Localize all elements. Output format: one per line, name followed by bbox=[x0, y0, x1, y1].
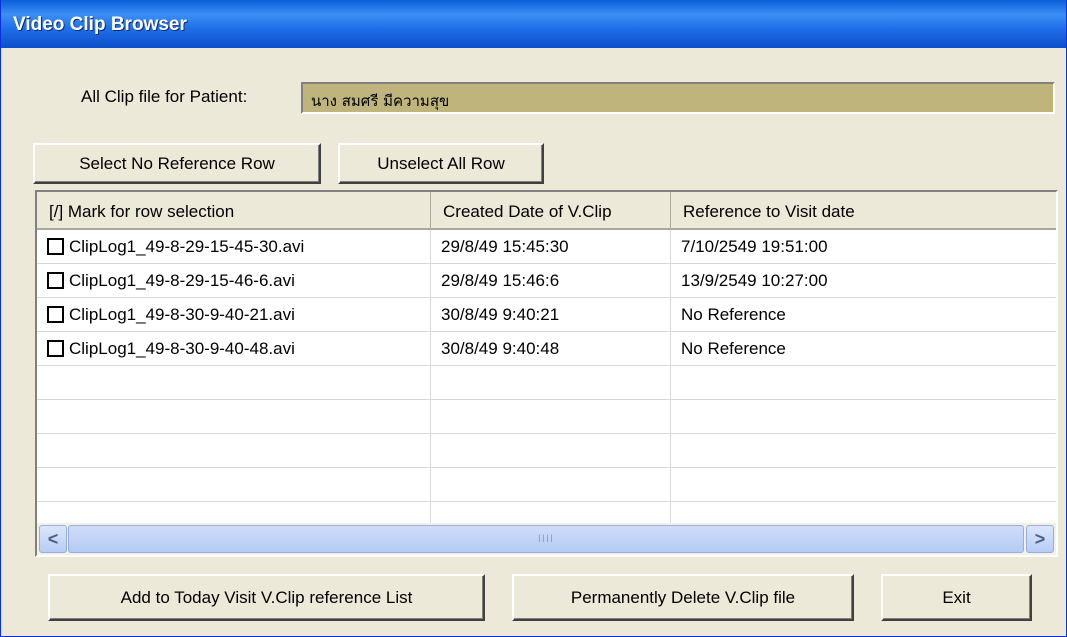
row-checkbox[interactable] bbox=[47, 306, 64, 323]
empty-cell[interactable] bbox=[37, 468, 431, 502]
empty-cell[interactable] bbox=[37, 366, 431, 400]
select-no-reference-row-button[interactable]: Select No Reference Row bbox=[33, 143, 321, 184]
unselect-all-row-button[interactable]: Unselect All Row bbox=[338, 143, 544, 184]
exit-button[interactable]: Exit bbox=[881, 574, 1032, 621]
table-cell[interactable]: ClipLog1_49-8-30-9-40-21.avi bbox=[37, 298, 431, 332]
column-header-0[interactable]: [/] Mark for row selection bbox=[37, 192, 431, 230]
empty-cell[interactable] bbox=[431, 400, 671, 434]
scroll-left-icon[interactable]: < bbox=[39, 525, 67, 553]
clip-filename: ClipLog1_49-8-29-15-46-6.avi bbox=[69, 271, 295, 290]
table-cell[interactable]: No Reference bbox=[671, 332, 1056, 366]
empty-cell[interactable] bbox=[431, 366, 671, 400]
add-to-today-visit-button[interactable]: Add to Today Visit V.Clip reference List bbox=[48, 574, 485, 621]
title-bar[interactable]: Video Clip Browser bbox=[1, 0, 1066, 48]
scrollbar-thumb[interactable]: IIII bbox=[68, 525, 1024, 553]
clip-filename: ClipLog1_49-8-30-9-40-21.avi bbox=[69, 305, 295, 324]
empty-cell[interactable] bbox=[431, 468, 671, 502]
scroll-right-icon[interactable]: > bbox=[1026, 525, 1054, 553]
empty-cell[interactable] bbox=[671, 434, 1056, 468]
empty-cell[interactable] bbox=[671, 366, 1056, 400]
table-cell[interactable]: 13/9/2549 10:27:00 bbox=[671, 264, 1056, 298]
empty-cell[interactable] bbox=[37, 434, 431, 468]
table-cell[interactable]: ClipLog1_49-8-29-15-45-30.avi bbox=[37, 230, 431, 264]
video-clip-browser-window: Video Clip Browser All Clip file for Pat… bbox=[0, 0, 1067, 637]
column-header-2[interactable]: Reference to Visit date bbox=[671, 192, 1056, 230]
table-cell[interactable]: 29/8/49 15:45:30 bbox=[431, 230, 671, 264]
row-checkbox[interactable] bbox=[47, 340, 64, 357]
clip-table[interactable]: [/] Mark for row selection Created Date o… bbox=[35, 190, 1058, 557]
patient-label: All Clip file for Patient: bbox=[81, 87, 248, 106]
table-cell[interactable]: 7/10/2549 19:51:00 bbox=[671, 230, 1056, 264]
clip-filename: ClipLog1_49-8-29-15-45-30.avi bbox=[69, 237, 305, 256]
table-cell[interactable]: 30/8/49 9:40:21 bbox=[431, 298, 671, 332]
empty-cell[interactable] bbox=[671, 468, 1056, 502]
empty-cell[interactable] bbox=[37, 400, 431, 434]
permanently-delete-button[interactable]: Permanently Delete V.Clip file bbox=[512, 574, 854, 621]
clip-filename: ClipLog1_49-8-30-9-40-48.avi bbox=[69, 339, 295, 358]
table-cell[interactable]: 30/8/49 9:40:48 bbox=[431, 332, 671, 366]
table-cell[interactable]: No Reference bbox=[671, 298, 1056, 332]
column-header-1[interactable]: Created Date of V.Clip bbox=[431, 192, 671, 230]
row-checkbox[interactable] bbox=[47, 272, 64, 289]
empty-cell[interactable] bbox=[431, 434, 671, 468]
empty-cell[interactable] bbox=[671, 400, 1056, 434]
table-cell[interactable]: ClipLog1_49-8-30-9-40-48.avi bbox=[37, 332, 431, 366]
table-cell[interactable]: 29/8/49 15:46:6 bbox=[431, 264, 671, 298]
row-checkbox[interactable] bbox=[47, 238, 64, 255]
table-cell[interactable]: ClipLog1_49-8-29-15-46-6.avi bbox=[37, 264, 431, 298]
patient-name-field: นาง สมศรี มีความสุข bbox=[301, 82, 1055, 114]
horizontal-scrollbar[interactable]: < IIII > bbox=[37, 523, 1056, 555]
window-title: Video Clip Browser bbox=[13, 14, 187, 35]
